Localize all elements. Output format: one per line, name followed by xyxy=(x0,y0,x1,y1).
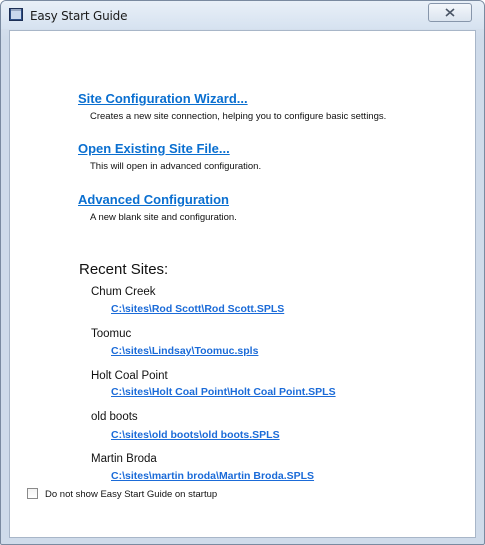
easy-start-guide-window: Easy Start Guide Site Configuration Wiza… xyxy=(0,0,485,545)
do-not-show-label[interactable]: Do not show Easy Start Guide on startup xyxy=(45,489,217,500)
recent-site-path-link[interactable]: C:\sites\Rod Scott\Rod Scott.SPLS xyxy=(111,303,284,315)
recent-site-name: Toomuc xyxy=(91,328,132,340)
site-configuration-wizard-description: Creates a new site connection, helping y… xyxy=(90,111,387,122)
site-configuration-wizard-link[interactable]: Site Configuration Wizard... xyxy=(78,91,248,106)
client-area: Site Configuration Wizard... Creates a n… xyxy=(9,30,476,538)
title-bar[interactable]: Easy Start Guide xyxy=(1,1,484,29)
recent-site-path-link[interactable]: C:\sites\martin broda\Martin Broda.SPLS xyxy=(111,470,314,482)
open-existing-site-file-link[interactable]: Open Existing Site File... xyxy=(78,141,230,156)
recent-site-path-link[interactable]: C:\sites\Holt Coal Point\Holt Coal Point… xyxy=(111,386,336,398)
recent-site-name: Martin Broda xyxy=(91,453,157,465)
recent-site-path-link[interactable]: C:\sites\Lindsay\Toomuc.spls xyxy=(111,345,258,357)
do-not-show-checkbox[interactable] xyxy=(27,488,38,499)
open-existing-site-file-description: This will open in advanced configuration… xyxy=(90,161,262,172)
recent-site-path-link[interactable]: C:\sites\old boots\old boots.SPLS xyxy=(111,429,280,441)
recent-site-name: Chum Creek xyxy=(91,286,156,298)
recent-site-name: Holt Coal Point xyxy=(91,370,168,382)
recent-site-name: old boots xyxy=(91,411,138,423)
close-x-icon xyxy=(445,8,455,17)
close-button[interactable] xyxy=(428,3,472,22)
advanced-configuration-link[interactable]: Advanced Configuration xyxy=(78,192,229,207)
advanced-configuration-description: A new blank site and configuration. xyxy=(90,212,237,223)
window-title: Easy Start Guide xyxy=(30,9,128,23)
window-icon xyxy=(9,8,23,21)
recent-sites-heading: Recent Sites: xyxy=(79,261,169,278)
